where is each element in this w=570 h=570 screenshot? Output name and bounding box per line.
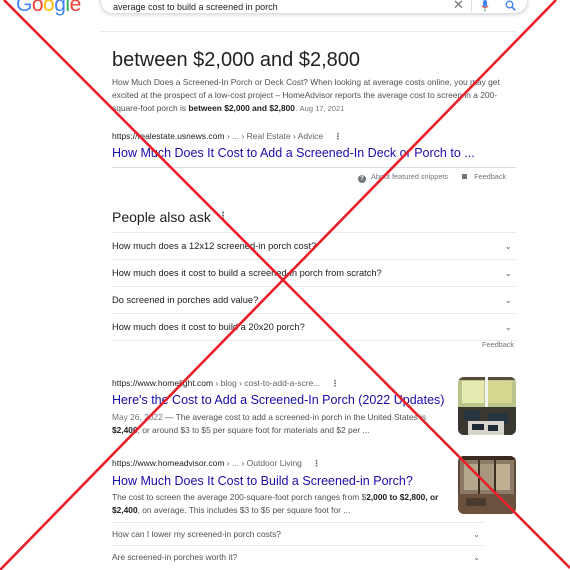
result-sub-questions: How can I lower my screened-in porch cos…: [112, 522, 484, 568]
paa-question-text: How much does it cost to build a 20x20 p…: [112, 322, 305, 332]
cite-path: › ... › Real Estate › Advice: [224, 131, 324, 141]
result-citation[interactable]: https://www.homelight.com › blog › cost-…: [112, 378, 339, 389]
snippet-highlight: $2,400: [112, 425, 138, 435]
chevron-down-icon[interactable]: ⌄: [504, 233, 512, 259]
featured-answer: between $2,000 and $2,800: [112, 49, 360, 71]
more-options-icon[interactable]: ⋮: [331, 378, 340, 388]
sub-question-text: Are screened-in porches worth it?: [112, 552, 238, 562]
logo-letter: e: [69, 0, 82, 16]
snippet-text: , on average. This includes $3 to $5 per…: [137, 505, 351, 515]
chevron-down-icon[interactable]: ⌄: [504, 260, 512, 286]
featured-divider: [112, 167, 516, 168]
search-input[interactable]: [113, 1, 433, 13]
about-featured-snippets-link[interactable]: About featured snippets: [371, 172, 448, 181]
result-snippet: The cost to screen the average 200-squar…: [112, 491, 452, 517]
snippet-text: — The average cost to add a screened-in …: [162, 412, 427, 422]
snippet-text: .: [294, 103, 298, 113]
featured-snippet-text: How Much Does a Screened-In Porch or Dec…: [112, 76, 516, 115]
logo-letter: o: [43, 0, 55, 16]
paa-question[interactable]: How much does it cost to build a screene…: [112, 259, 516, 286]
paa-divider: [112, 340, 516, 341]
sub-question[interactable]: How can I lower my screened-in porch cos…: [112, 522, 484, 545]
chevron-down-icon[interactable]: ⌄: [473, 546, 480, 569]
more-options-icon[interactable]: ⋮: [334, 131, 343, 141]
result-citation[interactable]: https://www.homeadvisor.com › ... › Outd…: [112, 458, 321, 469]
featured-citation[interactable]: https://realestate.usnews.com › ... › Re…: [112, 131, 342, 142]
more-options-icon[interactable]: ⋮: [312, 458, 321, 468]
snippet-date: Aug 17, 2021: [299, 104, 345, 113]
people-also-ask-heading: People also ask: [112, 209, 211, 225]
logo-letter: o: [31, 0, 44, 16]
google-logo[interactable]: Google: [16, 0, 81, 17]
featured-result-link[interactable]: How Much Does It Cost to Add a Screened-…: [112, 145, 475, 161]
cite-path: › blog › cost-to-add-a-scre...: [213, 378, 321, 388]
porch-image: [458, 377, 516, 435]
cite-domain: https://www.homeadvisor.com: [112, 458, 225, 468]
search-header: Google ✕: [0, 0, 570, 32]
cite-path: › ... › Outdoor Living: [224, 458, 302, 468]
result-title-link[interactable]: Here's the Cost to Add a Screened-In Por…: [112, 392, 444, 408]
feedback-icon: [462, 174, 468, 179]
result-title-link[interactable]: How Much Does It Cost to Build a Screene…: [112, 473, 413, 489]
paa-question[interactable]: How much does a 12x12 screened-in porch …: [112, 232, 516, 259]
chevron-down-icon[interactable]: ⌄: [504, 314, 512, 340]
sub-question-text: How can I lower my screened-in porch cos…: [112, 529, 281, 539]
feedback-link[interactable]: Feedback: [474, 172, 506, 181]
sub-question[interactable]: Are screened-in porches worth it? ⌄: [112, 545, 484, 568]
search-divider: [471, 0, 472, 12]
help-icon: ?: [358, 175, 366, 183]
more-options-icon[interactable]: ⋮: [218, 211, 228, 222]
paa-question[interactable]: How much does it cost to build a 20x20 p…: [112, 313, 516, 340]
chevron-down-icon[interactable]: ⌄: [504, 287, 512, 313]
logo-letter: g: [54, 0, 66, 16]
paa-question-text: Do screened in porches add value?: [112, 295, 259, 305]
paa-question[interactable]: Do screened in porches add value? ⌄: [112, 286, 516, 313]
mic-icon[interactable]: [481, 0, 489, 12]
snippet-highlight: between $2,000 and $2,800: [188, 103, 295, 113]
paa-question-text: How much does a 12x12 screened-in porch …: [112, 241, 317, 251]
people-also-ask-list: How much does a 12x12 screened-in porch …: [112, 232, 516, 341]
paa-feedback-link[interactable]: Feedback: [482, 340, 514, 349]
logo-letter: G: [16, 0, 32, 16]
snippet-text: The cost to screen the average 200-squar…: [112, 492, 367, 502]
result-date: May 26, 2022: [112, 412, 163, 422]
search-box[interactable]: ✕: [100, 0, 528, 14]
cite-domain: https://www.homelight.com: [112, 378, 214, 388]
search-icon[interactable]: [505, 0, 516, 11]
result-snippet: May 26, 2022 — The average cost to add a…: [112, 411, 452, 437]
result-thumbnail[interactable]: [458, 456, 516, 514]
cite-domain: https://realestate.usnews.com: [112, 131, 225, 141]
header-divider: [100, 31, 516, 32]
porch-image: [458, 456, 516, 514]
chevron-down-icon[interactable]: ⌄: [473, 523, 480, 546]
snippet-text: , or around $3 to $5 per square foot for…: [137, 425, 370, 435]
featured-footer: ? About featured snippets Feedback: [358, 172, 506, 183]
clear-icon[interactable]: ✕: [453, 0, 464, 12]
result-thumbnail[interactable]: [458, 377, 516, 435]
paa-question-text: How much does it cost to build a screene…: [112, 268, 382, 278]
